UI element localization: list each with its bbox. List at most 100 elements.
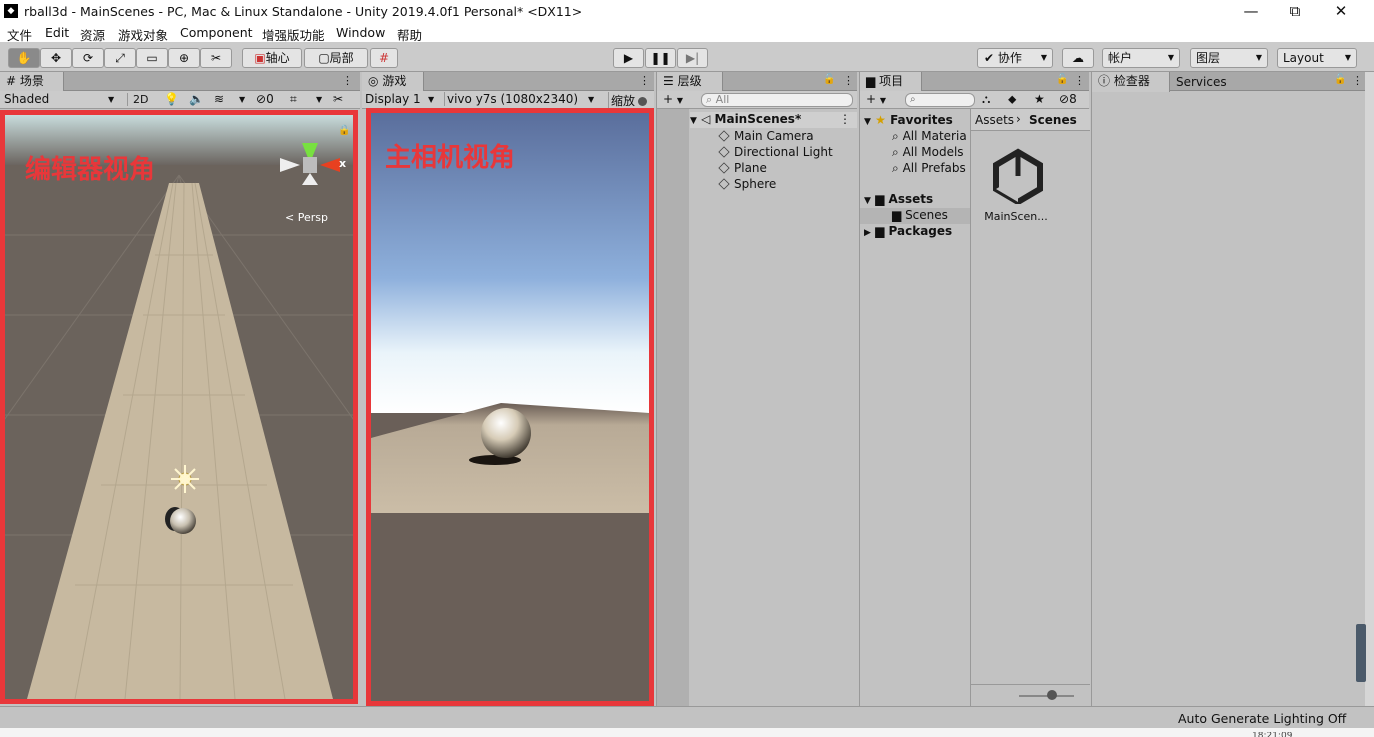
layers-label: 图层 bbox=[1196, 51, 1221, 65]
menu-window[interactable]: Window bbox=[336, 25, 385, 40]
breadcrumb-assets[interactable]: Assets bbox=[975, 113, 1014, 127]
favorite-item[interactable]: ⌕ All Models bbox=[892, 145, 970, 160]
shading-mode-dropdown[interactable]: Shaded bbox=[4, 92, 49, 106]
game-tabstrip: ◎ 游戏 ⋮ bbox=[362, 72, 654, 92]
audio-toggle-icon[interactable]: 🔈 bbox=[189, 92, 204, 106]
scene-viewport[interactable]: 编辑器视角 < Persp x 🔒 bbox=[0, 110, 358, 704]
menu-edit[interactable]: Edit bbox=[45, 25, 69, 40]
eye-slash-icon: ⊘ bbox=[256, 92, 267, 106]
local-toggle[interactable]: ▢局部 bbox=[304, 48, 368, 68]
tools-icon[interactable]: ✂ bbox=[333, 92, 343, 106]
step-button[interactable]: ▶| bbox=[677, 48, 708, 68]
list-item[interactable]: Directional Light bbox=[718, 145, 833, 159]
favorites-item[interactable]: ▼ ★ Favorites bbox=[864, 113, 953, 127]
more-icon[interactable]: ⋮ bbox=[342, 74, 353, 87]
maximize-button[interactable]: ⧉ bbox=[1272, 0, 1318, 23]
lighting-toggle-icon[interactable]: 💡 bbox=[164, 92, 179, 106]
scene-root-item[interactable]: ▼ ◁ MainScenes* ⋮ bbox=[690, 112, 857, 128]
list-item[interactable]: Main Camera bbox=[718, 129, 814, 143]
hidden-packages-toggle[interactable]: ⊘8 bbox=[1059, 92, 1077, 106]
layout-dropdown[interactable]: Layout ▼ bbox=[1277, 48, 1357, 68]
minimize-button[interactable]: — bbox=[1228, 0, 1274, 23]
add-icon[interactable]: + ▼ bbox=[663, 92, 683, 106]
pause-button[interactable]: ❚❚ bbox=[645, 48, 676, 68]
list-item[interactable]: Plane bbox=[718, 161, 767, 175]
hierarchy-search-input[interactable]: ⌕ All bbox=[701, 93, 853, 107]
favorites-label: Favorites bbox=[890, 113, 953, 127]
filter-type-icon[interactable]: ⛬ bbox=[982, 92, 990, 107]
cube-icon bbox=[718, 178, 730, 190]
star-icon[interactable]: ★ bbox=[1034, 92, 1045, 106]
scene-asset-thumbnail[interactable] bbox=[986, 146, 1050, 206]
collapsed-panel-handle[interactable] bbox=[1356, 624, 1366, 682]
scenes-folder-item[interactable]: ▆ Scenes bbox=[860, 208, 970, 224]
transform-tool-icon[interactable]: ⊕ bbox=[168, 48, 200, 68]
packages-folder-item[interactable]: ▶ ▆ Packages bbox=[864, 224, 952, 238]
project-toolbar: + ▼ ⌕ ⛬ ⬥ ★ ⊘8 bbox=[860, 91, 1089, 109]
account-dropdown[interactable]: 帐户 ▼ bbox=[1102, 48, 1180, 68]
more-icon[interactable]: ⋮ bbox=[1074, 74, 1085, 87]
scale-slider-handle[interactable] bbox=[638, 97, 647, 106]
grid-toggle-icon[interactable]: ⌗ bbox=[290, 92, 297, 107]
effects-toggle-icon[interactable]: ≋ bbox=[214, 92, 224, 106]
lock-icon[interactable]: 🔓 bbox=[1334, 74, 1346, 85]
more-icon[interactable]: ⋮ bbox=[1352, 74, 1363, 87]
slider-handle[interactable] bbox=[1047, 690, 1057, 700]
search-icon: ⌕ bbox=[892, 145, 899, 159]
move-tool-icon[interactable]: ✥ bbox=[40, 48, 72, 68]
add-icon[interactable]: + ▼ bbox=[866, 92, 886, 106]
cube-icon bbox=[718, 130, 730, 142]
project-search-input[interactable]: ⌕ bbox=[905, 93, 975, 107]
tab-services[interactable]: Services bbox=[1176, 75, 1227, 89]
cube-icon bbox=[718, 146, 730, 158]
pivot-toggle[interactable]: ▣轴心 bbox=[242, 48, 302, 68]
custom-tool-icon[interactable]: ✂ bbox=[200, 48, 232, 68]
favorite-item[interactable]: ⌕ All Prefabs bbox=[892, 161, 970, 176]
lock-icon[interactable]: 🔓 bbox=[823, 74, 835, 85]
tab-hierarchy[interactable]: ☰ 层级 bbox=[657, 72, 723, 92]
cloud-icon[interactable]: ☁ bbox=[1062, 48, 1094, 68]
play-button[interactable]: ▶ bbox=[613, 48, 644, 68]
unity-scene-icon: ◁ bbox=[701, 112, 711, 126]
project-tabstrip: ▆ 项目 🔓 ⋮ bbox=[860, 72, 1089, 92]
perspective-toggle[interactable]: < Persp bbox=[285, 211, 328, 224]
list-item[interactable]: Sphere bbox=[718, 177, 776, 191]
mode-2d-toggle[interactable]: 2D bbox=[127, 93, 148, 106]
status-bar: Auto Generate Lighting Off 18:21:09 bbox=[0, 706, 1374, 737]
assets-label: Assets bbox=[888, 192, 934, 206]
hand-tool-icon[interactable]: ✋ bbox=[8, 48, 40, 68]
snap-icon[interactable]: # bbox=[370, 48, 398, 68]
game-viewport[interactable]: 主相机视角 bbox=[366, 108, 654, 706]
more-icon[interactable]: ⋮ bbox=[639, 74, 650, 87]
hidden-objects-toggle[interactable]: ⊘0 bbox=[256, 92, 274, 106]
favorite-item[interactable]: ⌕ All Materia bbox=[892, 129, 970, 144]
layers-dropdown[interactable]: 图层 ▼ bbox=[1190, 48, 1268, 68]
breadcrumb-scenes[interactable]: Scenes bbox=[1029, 113, 1077, 127]
tab-project[interactable]: ▆ 项目 bbox=[860, 72, 922, 92]
menu-component[interactable]: Component bbox=[180, 25, 253, 40]
more-icon[interactable]: ⋮ bbox=[839, 112, 851, 126]
close-button[interactable]: ✕ bbox=[1318, 0, 1364, 23]
rotate-tool-icon[interactable]: ⟳ bbox=[72, 48, 104, 68]
assets-folder-item[interactable]: ▼ ▆ Assets bbox=[864, 192, 933, 206]
item-label: Main Camera bbox=[734, 129, 814, 143]
filter-label-icon[interactable]: ⬥ bbox=[1008, 92, 1016, 107]
inspector-panel: ⓘ 检查器 Services 🔓 ⋮ bbox=[1091, 72, 1365, 706]
pivot-icon: ▣ bbox=[254, 51, 266, 65]
scale-label: 缩放 bbox=[608, 92, 635, 109]
lock-icon[interactable]: 🔒 bbox=[338, 125, 350, 136]
lock-icon[interactable]: 🔓 bbox=[1056, 74, 1068, 85]
rect-tool-icon[interactable]: ▭ bbox=[136, 48, 168, 68]
tab-game[interactable]: ◎ 游戏 bbox=[362, 72, 424, 92]
search-icon: ⌕ bbox=[706, 93, 713, 106]
tab-scene[interactable]: # 场景 bbox=[0, 72, 64, 92]
tab-inspector[interactable]: ⓘ 检查器 bbox=[1092, 72, 1170, 92]
more-icon[interactable]: ⋮ bbox=[843, 74, 854, 87]
display-dropdown[interactable]: Display 1 bbox=[365, 92, 421, 106]
collab-dropdown[interactable]: ✔ 协作 ▼ bbox=[977, 48, 1053, 68]
gamepad-icon: ◎ bbox=[368, 74, 379, 88]
resolution-dropdown[interactable]: vivo y7s (1080x2340) bbox=[444, 92, 578, 106]
chevron-down-icon: ▼ bbox=[588, 95, 595, 104]
scale-tool-icon[interactable]: ⤢ bbox=[104, 48, 136, 68]
chevron-down-icon: ▼ bbox=[1255, 53, 1262, 62]
